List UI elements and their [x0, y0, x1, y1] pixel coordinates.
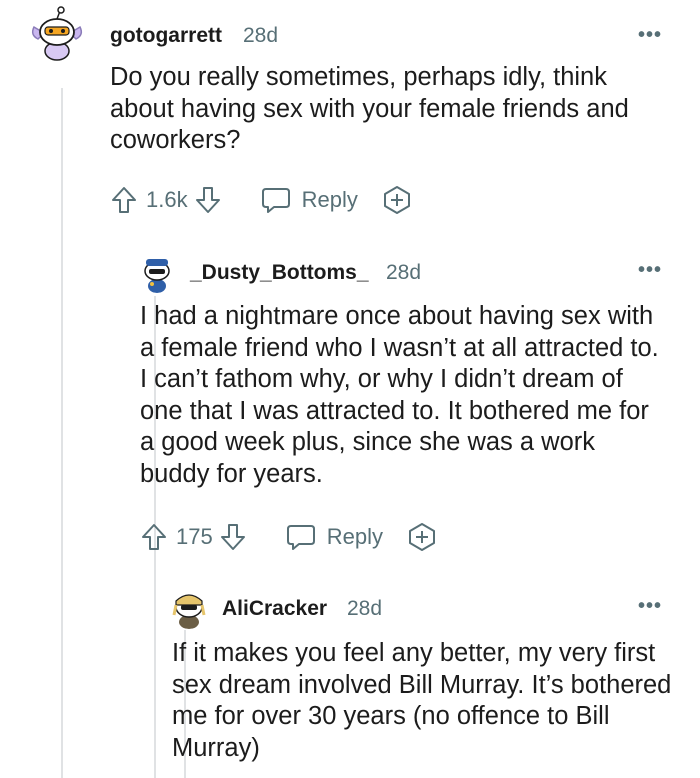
more-options-icon[interactable]: ••• — [638, 259, 662, 282]
downvote-icon[interactable] — [219, 522, 247, 552]
reply-button[interactable]: Reply — [260, 185, 358, 215]
comment-author[interactable]: _Dusty_Bottoms_ — [190, 261, 369, 285]
comment-age: 28d — [386, 261, 422, 284]
comment-body: If it makes you feel any better, my very… — [172, 639, 672, 762]
reply-icon — [285, 522, 317, 552]
comment-actions: 1.6k Reply — [110, 182, 412, 218]
vote-count: 1.6k — [146, 187, 188, 212]
downvote-icon[interactable] — [194, 185, 222, 215]
comment-body: I had a nightmare once about having sex … — [140, 302, 659, 488]
upvote-icon[interactable] — [140, 522, 168, 552]
reply-label: Reply — [326, 524, 383, 549]
comment-author[interactable]: gotogarrett — [110, 24, 222, 48]
upvote-icon[interactable] — [110, 185, 138, 215]
more-options-icon[interactable]: ••• — [638, 595, 662, 618]
avatar[interactable] — [168, 587, 210, 629]
comment-author[interactable]: AliCracker — [222, 597, 327, 621]
avatar[interactable] — [137, 253, 177, 293]
avatar[interactable] — [28, 5, 86, 63]
reply-icon — [260, 185, 292, 215]
more-options-icon[interactable]: ••• — [638, 24, 662, 47]
thread-line[interactable] — [61, 88, 63, 778]
comment-age: 28d — [347, 597, 383, 620]
vote-count: 175 — [176, 524, 213, 549]
comment-body: Do you really sometimes, perhaps idly, t… — [110, 63, 629, 154]
comment-age: 28d — [243, 24, 279, 47]
reply-button[interactable]: Reply — [285, 522, 383, 552]
reply-label: Reply — [301, 187, 358, 212]
comment-actions: 175 Reply — [140, 519, 437, 555]
award-icon[interactable] — [382, 185, 412, 215]
award-icon[interactable] — [407, 522, 437, 552]
